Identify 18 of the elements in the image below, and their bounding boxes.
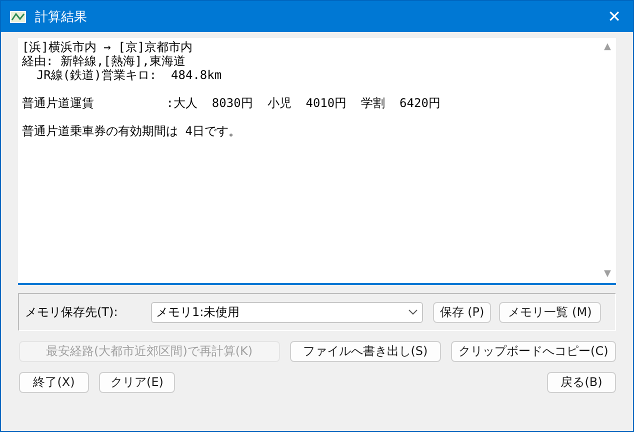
dialog-button[interactable]: メモリ一覧 (M): [499, 302, 601, 322]
dialog-button[interactable]: 終了(X): [19, 372, 89, 393]
result-line: 普通片道運賃 :大人 8030円 小児 4010円 学割 6420円: [22, 96, 442, 110]
close-icon[interactable]: ✕: [608, 7, 621, 26]
dialog-button[interactable]: クリップボードへコピー(C): [450, 341, 616, 362]
result-line: 普通片道乗車券の有効期間は 4日です。: [22, 124, 242, 138]
dialog-button[interactable]: 戻る(B): [547, 372, 616, 393]
chevron-down-icon[interactable]: [408, 309, 418, 315]
memory-dropdown[interactable]: メモリ1:未使用: [151, 302, 423, 322]
memory-label: メモリ保存先(T):: [25, 304, 119, 320]
result-line: 経由: 新幹線,[熱海],東海道: [22, 54, 186, 68]
app-icon: [10, 10, 26, 22]
result-line: JR線(鉄道)営業キロ: 484.8km: [35, 68, 223, 82]
window-title: 計算結果: [35, 8, 87, 26]
dialog-button[interactable]: 保存 (P): [433, 302, 491, 322]
dialog-button[interactable]: クリア(E): [99, 372, 175, 393]
result-line: [浜]横浜市内 → [京]京都市内: [22, 40, 194, 54]
dialog-button[interactable]: ファイルへ書き出し(S): [290, 341, 441, 362]
